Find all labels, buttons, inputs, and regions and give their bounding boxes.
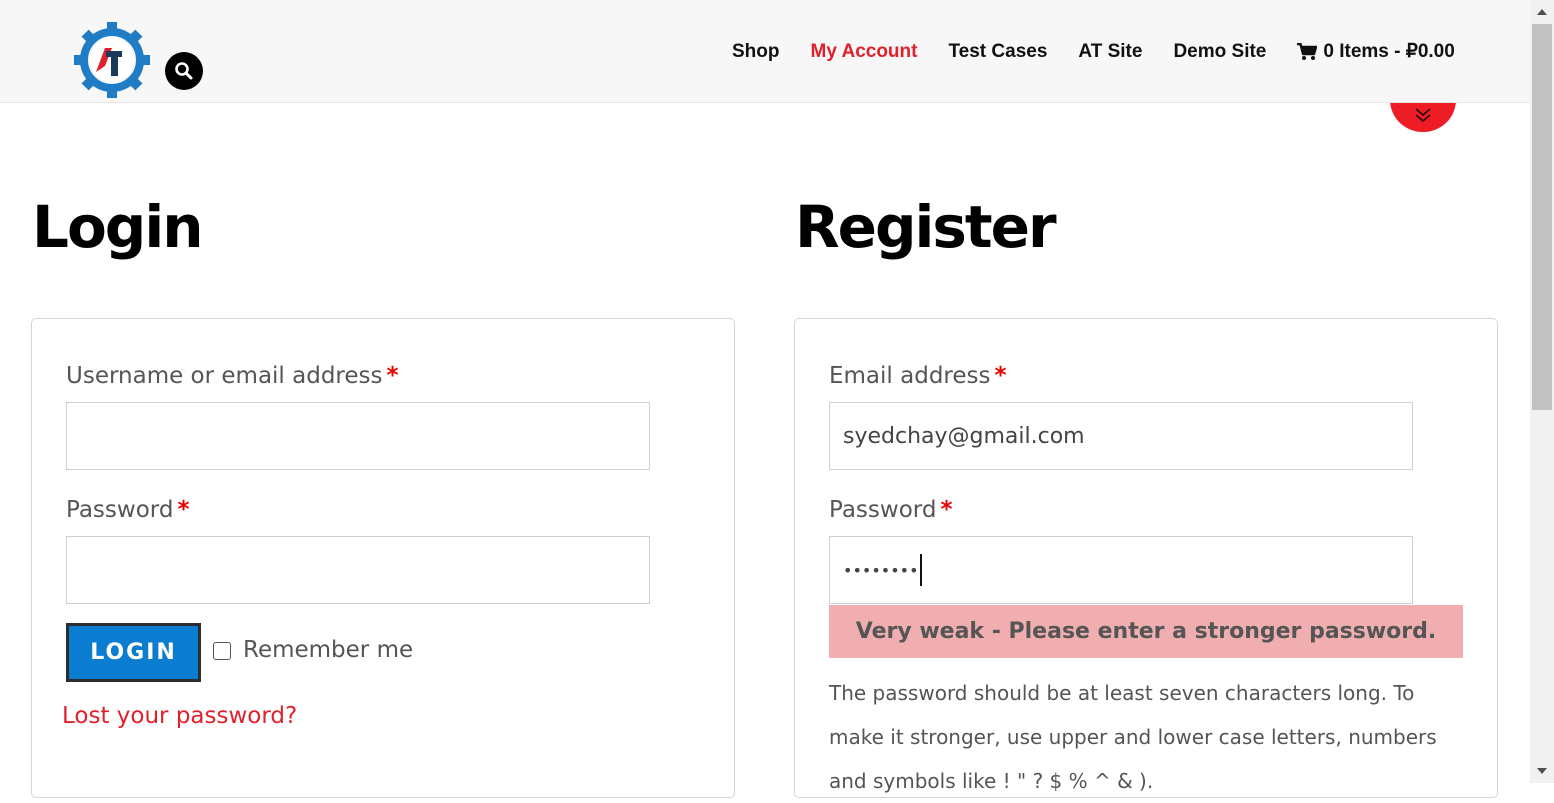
username-label: Username or email address * [66,363,399,389]
login-title: Login [32,193,203,261]
cart-summary: 0 Items - ₽0.00 [1323,41,1455,62]
login-password-input[interactable] [66,536,650,604]
password-strength-meter: Very weak - Please enter a stronger pass… [829,605,1463,658]
required-mark: * [177,497,190,523]
nav-item-shop[interactable]: Shop [732,41,780,63]
login-button[interactable]: LOGIN [66,623,201,682]
login-password-label: Password * [66,497,189,523]
double-chevron-down-icon [1415,108,1431,123]
username-input[interactable] [66,402,650,470]
triangle-up-icon [1537,9,1547,15]
scrollbar-thumb[interactable] [1532,24,1552,410]
login-password-label-text: Password [66,497,174,523]
register-password-input[interactable]: •••••••• [829,536,1413,604]
username-label-text: Username or email address [66,363,383,389]
nav-item-my-account[interactable]: My Account [811,41,918,63]
remember-me-checkbox[interactable] [213,642,231,660]
nav-item-demo-site[interactable]: Demo Site [1173,41,1266,63]
site-logo[interactable] [74,22,150,98]
nav-cart[interactable]: 0 Items - ₽0.00 [1297,40,1455,63]
search-button[interactable] [165,52,203,90]
email-label: Email address * [829,363,1007,389]
email-label-text: Email address [829,363,991,389]
text-caret [919,554,922,586]
scroll-down-arrow[interactable] [1530,761,1554,781]
gear-logo-icon [74,22,150,98]
page-scrollbar[interactable] [1530,0,1554,783]
required-mark: * [994,363,1007,389]
search-icon [175,62,193,80]
main-nav: Shop My Account Test Cases AT Site Demo … [732,40,1455,63]
lost-password-link[interactable]: Lost your password? [62,703,297,729]
email-value: syedchay@gmail.com [843,423,1085,449]
nav-item-at-site[interactable]: AT Site [1078,41,1142,63]
scroll-up-arrow[interactable] [1530,2,1554,22]
required-mark: * [386,363,399,389]
required-mark: * [940,497,953,523]
email-field[interactable]: syedchay@gmail.com [829,402,1413,470]
remember-me-label[interactable]: Remember me [243,637,413,663]
cart-icon [1297,42,1318,60]
triangle-down-icon [1537,768,1547,774]
login-form: Username or email address * Password * LOG… [31,318,735,798]
site-header: Shop My Account Test Cases AT Site Demo … [0,0,1530,103]
register-title: Register [795,193,1057,261]
register-form: Email address * syedchay@gmail.com Passwo… [794,318,1498,798]
register-password-label: Password * [829,497,952,523]
nav-item-test-cases[interactable]: Test Cases [948,41,1047,63]
password-value: •••••••• [843,560,919,580]
register-password-label-text: Password [829,497,937,523]
password-hint: The password should be at least seven ch… [829,681,1437,793]
